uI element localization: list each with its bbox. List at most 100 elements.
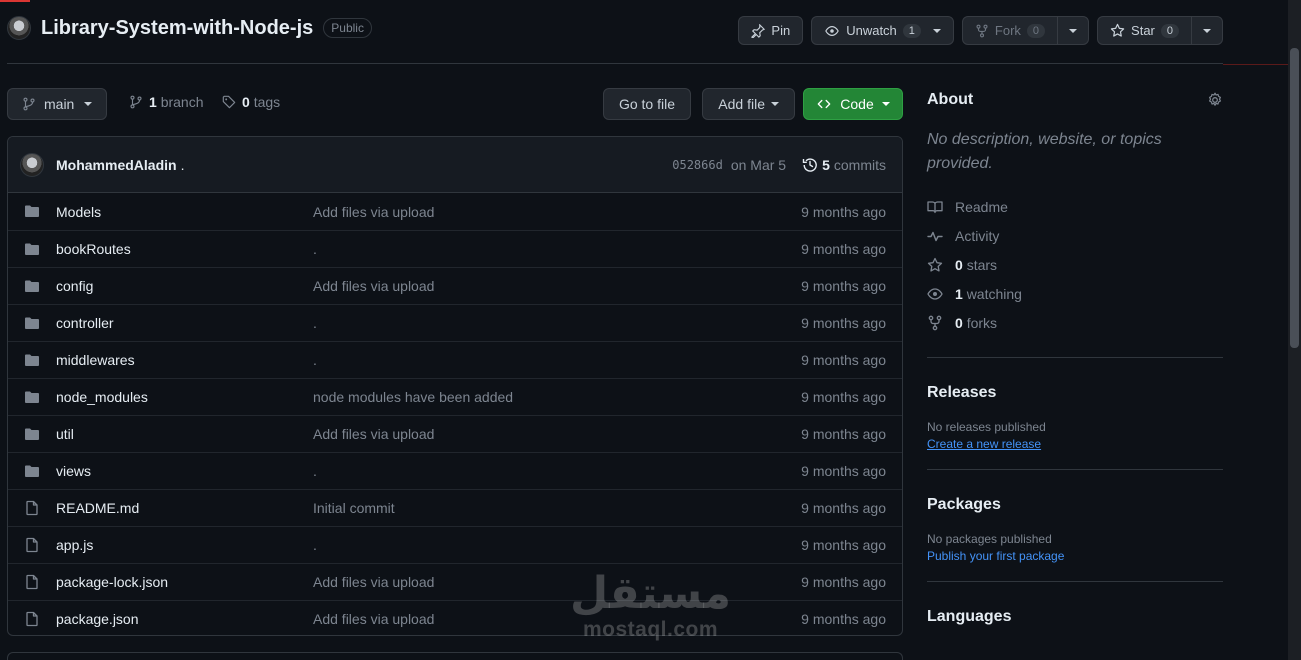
go-to-file-button[interactable]: Go to file [602, 88, 691, 120]
file-icon [24, 611, 40, 627]
gear-icon[interactable] [1207, 92, 1223, 108]
add-file-button[interactable]: Add file [702, 88, 795, 120]
file-name[interactable]: controller [56, 315, 114, 331]
readme-label: Readme [955, 198, 1008, 215]
fork-count: 0 [1026, 23, 1046, 38]
star-icon [927, 257, 943, 273]
commit-author[interactable]: MohammedAladin [56, 157, 177, 173]
watermark-logo: مستقل mostaql.com [568, 570, 733, 642]
file-commit-message[interactable]: . [313, 463, 317, 479]
branch-toolbar: main 1 branch 0 tags Go to file Add file… [7, 88, 903, 120]
eye-icon [927, 286, 943, 302]
file-age: 9 months ago [801, 426, 886, 442]
branch-selector[interactable]: main [7, 88, 108, 120]
folder-icon [24, 203, 40, 219]
code-label: Code [840, 96, 874, 112]
file-row[interactable]: middlewares. 9 months ago [8, 341, 902, 378]
pin-button[interactable]: Pin [738, 16, 804, 45]
tab-indicator [0, 0, 30, 2]
packages-title[interactable]: Packages [927, 496, 1223, 514]
file-row[interactable]: package-lock.json Add files via upload 9 m… [8, 563, 902, 600]
about-description: No description, website, or topics provi… [927, 131, 1162, 172]
file-row[interactable]: util Add files via upload 9 months ago [8, 415, 902, 452]
forks-label: forks [966, 314, 998, 331]
pin-label: Pin [771, 23, 791, 38]
file-commit-message[interactable]: . [313, 241, 317, 257]
sidebar-divider [927, 581, 1223, 582]
file-row[interactable]: bookRoutes. 9 months ago [8, 230, 902, 267]
file-commit-message[interactable]: Initial commit [313, 500, 395, 516]
file-name[interactable]: views [56, 463, 91, 479]
file-row[interactable]: views. 9 months ago [8, 452, 902, 489]
author-avatar[interactable] [20, 152, 44, 177]
file-name[interactable]: bookRoutes [56, 241, 131, 257]
pulse-icon [927, 228, 943, 244]
file-row[interactable]: app.js. 9 months ago [8, 526, 902, 563]
file-row[interactable]: node_modules node modules have been added… [8, 378, 902, 415]
commit-message[interactable]: . [181, 157, 185, 173]
star-dropdown[interactable] [1191, 17, 1222, 44]
file-name[interactable]: app.js [56, 537, 93, 553]
code-button[interactable]: Code [803, 88, 903, 120]
unwatch-button[interactable]: Unwatch 1 [811, 16, 954, 45]
commits-link[interactable]: 5 commits [802, 157, 886, 173]
tag-count: 0 [242, 94, 250, 110]
file-age: 9 months ago [801, 241, 886, 257]
file-commit-message[interactable]: Add files via upload [313, 278, 434, 294]
fork-icon [927, 315, 943, 331]
forks-link[interactable]: 0 forks [927, 308, 1223, 337]
commit-count: 5 [822, 156, 830, 173]
tags-link[interactable]: 0 tags [222, 94, 280, 110]
scrollbar[interactable] [1288, 0, 1301, 660]
unwatch-label: Unwatch [846, 23, 897, 38]
watermark-arabic: مستقل [570, 568, 731, 619]
commit-sha[interactable]: 052866d [672, 158, 723, 172]
file-name[interactable]: package-lock.json [56, 574, 168, 590]
about-title: About [927, 91, 974, 108]
stars-link[interactable]: 0 stars [927, 250, 1223, 279]
file-row[interactable]: controller. 9 months ago [8, 304, 902, 341]
file-name[interactable]: package.json [56, 611, 139, 627]
file-commit-message[interactable]: node modules have been added [313, 389, 513, 405]
fork-dropdown[interactable] [1057, 17, 1088, 44]
readme-box [7, 652, 903, 660]
file-commit-message[interactable]: . [313, 315, 317, 331]
watch-count: 1 [902, 23, 921, 38]
file-commit-message[interactable]: Add files via upload [313, 426, 434, 442]
watching-link[interactable]: 1 watching [927, 279, 1223, 308]
file-commit-message[interactable]: Add files via upload [313, 574, 434, 590]
file-name[interactable]: README.md [56, 500, 139, 516]
file-commit-message[interactable]: Add files via upload [313, 204, 434, 220]
file-row[interactable]: Models Add files via upload 9 months ago [8, 193, 902, 230]
file-row[interactable]: config Add files via upload 9 months ago [8, 267, 902, 304]
releases-title[interactable]: Releases [927, 384, 1223, 402]
repo-actions: Pin Unwatch 1 Fork 0 Star 0 [738, 16, 1223, 45]
owner-avatar[interactable] [7, 16, 31, 40]
file-row[interactable]: package.json Add files via upload 9 months… [8, 600, 902, 635]
stars-count: 0 [955, 256, 963, 273]
file-name[interactable]: middlewares [56, 352, 135, 368]
file-row[interactable]: README.md Initial commit 9 months ago [8, 489, 902, 526]
file-name[interactable]: util [56, 426, 74, 442]
file-commit-message[interactable]: . [313, 537, 317, 553]
file-name[interactable]: node_modules [56, 389, 148, 405]
star-button[interactable]: Star 0 [1097, 16, 1223, 45]
readme-link[interactable]: Readme [927, 192, 1223, 221]
branch-icon [22, 97, 36, 111]
sidebar-divider [927, 469, 1223, 470]
branches-link[interactable]: 1 branch [129, 94, 204, 110]
chevron-down-icon[interactable] [932, 28, 941, 33]
file-name[interactable]: Models [56, 204, 101, 220]
scrollbar-thumb[interactable] [1290, 48, 1299, 348]
file-commit-message[interactable]: Add files via upload [313, 611, 434, 627]
star-count: 0 [1160, 23, 1179, 38]
publish-package-link[interactable]: Publish your first package [927, 549, 1223, 563]
file-name[interactable]: config [56, 278, 93, 294]
create-release-link[interactable]: Create a new release [927, 437, 1223, 451]
fork-button[interactable]: Fork 0 [961, 16, 1090, 45]
repo-title[interactable]: Library-System-with-Node-js [41, 17, 313, 40]
file-age: 9 months ago [801, 500, 886, 516]
activity-link[interactable]: Activity [927, 221, 1223, 250]
file-commit-message[interactable]: . [313, 352, 317, 368]
star-label: Star [1131, 23, 1155, 38]
